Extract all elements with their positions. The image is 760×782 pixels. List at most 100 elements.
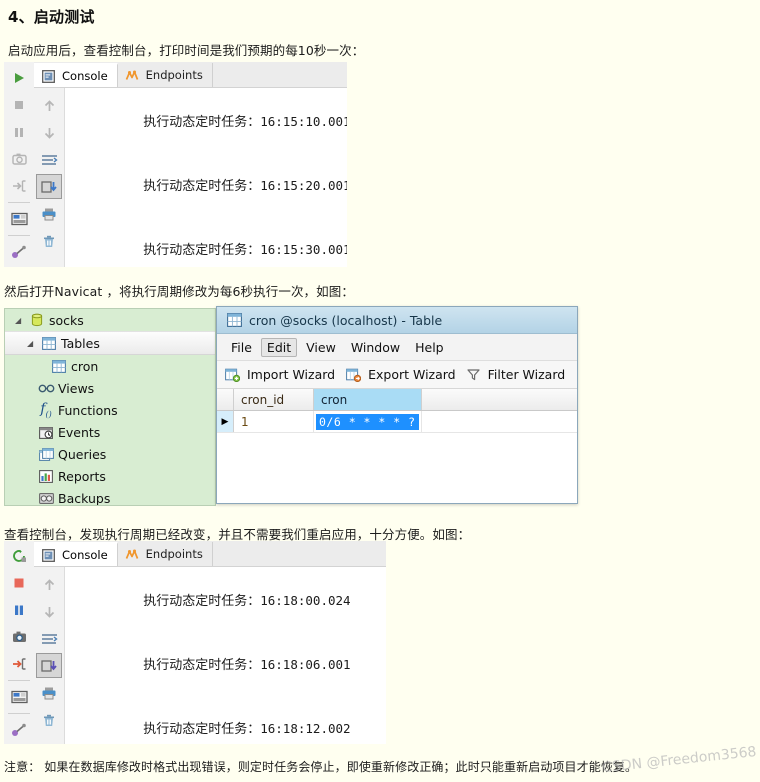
navicat-menu-bar[interactable]: File Edit View Window Help: [217, 334, 577, 361]
log-label: 执行动态定时任务：: [143, 594, 261, 609]
arrow-down-icon[interactable]: [36, 599, 62, 624]
console2-output[interactable]: 执行动态定时任务：16:18:00.024 执行动态定时任务：16:18:06.…: [65, 567, 386, 744]
tab-console[interactable]: Console: [34, 63, 118, 87]
log-line: 执行动态定时任务：16:15:20.001: [83, 154, 347, 218]
import-wizard-icon: [224, 368, 240, 382]
pause-icon[interactable]: [6, 119, 32, 144]
console1-output-toolbar[interactable]: [34, 87, 65, 267]
log-line: 执行动态定时任务：16:18:00.024: [83, 569, 386, 633]
attach-icon[interactable]: [6, 717, 32, 742]
menu-help[interactable]: Help: [409, 338, 450, 357]
arrow-up-icon[interactable]: [36, 93, 62, 118]
cell-cron[interactable]: 0/6 * * * * ?: [314, 411, 422, 432]
tree-item-label: Events: [58, 424, 101, 440]
stop-icon[interactable]: [6, 571, 32, 596]
tree-item-socks[interactable]: ◢ socks: [5, 309, 215, 331]
cell-cron-id[interactable]: 1: [234, 411, 314, 432]
import-wizard-label: Import Wizard: [247, 367, 336, 382]
toolbar-divider-2: [8, 713, 30, 715]
log-time: 16:15:30.001: [260, 242, 347, 257]
log-time: 16:15:20.001: [260, 178, 347, 193]
cell-filler: [422, 411, 577, 432]
console1-output[interactable]: 执行动态定时任务：16:15:10.001 执行动态定时任务：16:15:20.…: [65, 88, 347, 267]
stop-icon[interactable]: [6, 92, 32, 117]
console1-run-toolbar[interactable]: [4, 62, 35, 267]
grid-col-cron-id[interactable]: cron_id: [234, 389, 314, 410]
camera-icon[interactable]: [6, 625, 32, 650]
tree-item-label: Functions: [58, 402, 118, 418]
step-into-icon[interactable]: [6, 173, 32, 198]
tree-item-reports[interactable]: Reports: [5, 465, 215, 487]
log-label: 执行动态定时任务：: [143, 243, 261, 258]
tab-endpoints[interactable]: Endpoints: [118, 63, 213, 87]
menu-edit[interactable]: Edit: [260, 337, 298, 357]
paragraph-intro: 启动应用后，查看控制台，打印时间是我们预期的每10秒一次：: [8, 43, 365, 58]
backups-icon: [37, 492, 55, 504]
console2-output-toolbar[interactable]: [34, 566, 65, 744]
tree-item-label: Views: [58, 380, 95, 396]
export-wizard-icon: [345, 368, 361, 382]
run-icon[interactable]: [6, 65, 32, 90]
tab-console[interactable]: Console: [34, 542, 118, 566]
log-line: 执行动态定时任务：16:18:12.002: [83, 697, 386, 744]
layout-icon[interactable]: [6, 206, 32, 231]
print-icon[interactable]: [36, 680, 62, 705]
trash-icon[interactable]: [36, 707, 62, 732]
views-icon: [37, 383, 55, 394]
console2-run-toolbar[interactable]: [4, 541, 35, 744]
tab-endpoints-label: Endpoints: [145, 68, 203, 82]
pause-icon[interactable]: [6, 598, 32, 623]
navicat-data-grid[interactable]: cron_id cron ▶ 1 0/6 * * * * ?: [217, 389, 577, 433]
navicat-title-bar[interactable]: cron @socks (localhost) - Table: [217, 307, 577, 334]
log-time: 16:18:12.002: [260, 721, 351, 736]
log-time: 16:15:10.001: [260, 114, 347, 129]
note-text: 注意： 如果在数据库修改时格式出现错误，则定时任务会停止，即使重新修改正确；此时…: [4, 760, 638, 774]
intellij-console-panel-2: Console Endpoints 执行动态定时任务：16:18:00.024 …: [4, 541, 386, 744]
menu-view[interactable]: View: [300, 338, 342, 357]
scroll-to-end-icon[interactable]: [36, 174, 62, 199]
log-label: 执行动态定时任务：: [143, 179, 261, 194]
arrow-up-icon[interactable]: [36, 572, 62, 597]
grid-col-cron[interactable]: cron: [314, 389, 422, 410]
rerun-icon[interactable]: [6, 544, 32, 569]
menu-file[interactable]: File: [225, 338, 258, 357]
toolbar-divider: [8, 202, 30, 203]
step-into-icon[interactable]: [6, 651, 32, 676]
tree-item-backups[interactable]: Backups: [5, 487, 215, 505]
trash-icon[interactable]: [36, 228, 62, 253]
filter-wizard-button[interactable]: Filter Wizard: [466, 367, 565, 382]
menu-window[interactable]: Window: [345, 338, 406, 357]
scroll-to-end-icon[interactable]: [36, 653, 62, 678]
tree-item-label: Tables: [61, 335, 100, 351]
tree-item-views[interactable]: Views: [5, 377, 215, 399]
page-title: 4、启动测试: [8, 8, 95, 26]
export-wizard-button[interactable]: Export Wizard: [345, 367, 456, 382]
import-wizard-button[interactable]: Import Wizard: [224, 367, 335, 382]
print-icon[interactable]: [36, 201, 62, 226]
tree-item-cron[interactable]: cron: [5, 355, 215, 377]
log-line: 执行动态定时任务：16:15:30.001: [83, 218, 347, 267]
console2-tab-bar[interactable]: Console Endpoints: [34, 541, 386, 567]
expand-arrow-icon[interactable]: ◢: [15, 316, 28, 325]
navicat-object-tree[interactable]: ◢ socks ◢ Tables cron Views f() Function…: [4, 308, 216, 506]
camera-icon[interactable]: [6, 146, 32, 171]
expand-arrow-icon[interactable]: ◢: [27, 339, 40, 348]
attach-icon[interactable]: [6, 239, 32, 264]
log-line: 执行动态定时任务：16:18:06.001: [83, 633, 386, 697]
arrow-down-icon[interactable]: [36, 120, 62, 145]
toolbar-divider: [8, 680, 30, 682]
console1-tab-bar[interactable]: Console Endpoints: [34, 62, 347, 88]
navicat-toolbar[interactable]: Import Wizard Export Wizard Filter Wizar…: [217, 361, 577, 389]
soft-wrap-icon[interactable]: [36, 626, 62, 651]
tree-item-queries[interactable]: Queries: [5, 443, 215, 465]
tree-item-tables[interactable]: ◢ Tables: [5, 331, 215, 355]
log-label: 执行动态定时任务：: [143, 115, 261, 130]
soft-wrap-icon[interactable]: [36, 147, 62, 172]
tree-item-events[interactable]: Events: [5, 421, 215, 443]
table-row[interactable]: ▶ 1 0/6 * * * * ?: [217, 411, 577, 433]
events-icon: [37, 426, 55, 439]
layout-icon[interactable]: [6, 684, 32, 709]
console-icon: [41, 69, 55, 83]
tab-endpoints[interactable]: Endpoints: [118, 542, 213, 566]
tree-item-functions[interactable]: f() Functions: [5, 399, 215, 421]
